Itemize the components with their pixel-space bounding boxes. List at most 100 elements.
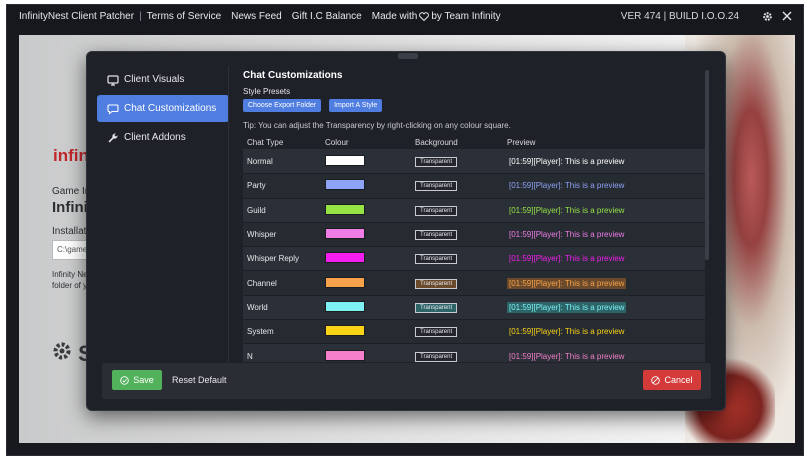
preview-cell: [01:59][Player]: This is a preview	[507, 230, 705, 239]
preview-text: [01:59][Player]: This is a preview	[507, 277, 627, 289]
transparent-button[interactable]: Transparent	[415, 205, 458, 216]
titlebar-right: VER 474 | BUILD I.O.O.24	[621, 5, 793, 27]
launcher-window: InfinityNest Client Patcher | Terms of S…	[6, 4, 804, 456]
chat-type-label: System	[247, 327, 274, 337]
gear-icon[interactable]	[761, 10, 773, 22]
colour-cell	[325, 325, 415, 338]
preview-text: [01:59][Player]: This is a preview	[509, 205, 625, 215]
transparent-button[interactable]: Transparent	[415, 302, 458, 313]
chat-type-label: Channel	[247, 278, 277, 288]
table-row: Channel Transparent [01:59][Player]: This …	[243, 271, 705, 296]
chat-type-label: Whisper Reply	[247, 254, 300, 264]
colour-cell	[325, 276, 415, 290]
background-logo: infin	[53, 146, 89, 165]
sidebar-item-label: Client Visuals	[124, 74, 185, 85]
settings-dialog: Client Visuals Chat Customizations Clien…	[86, 51, 726, 411]
column-header-preview: Preview	[507, 138, 536, 147]
table-row: System Transparent [01:59][Player]: This i…	[243, 320, 705, 345]
table-row: Normal Transparent [01:59][Player]: This i…	[243, 150, 705, 175]
colour-swatch[interactable]	[325, 252, 365, 264]
colour-swatch[interactable]	[325, 325, 365, 337]
sidebar-item-label: Client Addons	[124, 132, 186, 143]
colour-cell	[325, 300, 415, 314]
title-separator: |	[139, 10, 142, 22]
title-bar: InfinityNest Client Patcher | Terms of S…	[7, 5, 803, 27]
preview-cell: [01:59][Player]: This is a preview	[507, 181, 705, 190]
transparent-button[interactable]: Transparent	[415, 230, 458, 241]
colour-cell	[325, 203, 415, 217]
monitor-icon	[107, 74, 119, 86]
panel-heading: Chat Customizations	[243, 70, 343, 81]
preview-cell: [01:59][Player]: This is a preview	[507, 157, 705, 166]
table-row: World Transparent [01:59][Player]: This is…	[243, 295, 705, 321]
transparent-button[interactable]: Transparent	[415, 181, 458, 192]
cancel-button[interactable]: Cancel	[643, 370, 701, 390]
table-row: Guild Transparent [01:59][Player]: This is…	[243, 198, 705, 223]
transparent-button[interactable]: Transparent	[415, 278, 458, 289]
close-icon[interactable]	[781, 10, 793, 22]
colour-cell	[325, 228, 415, 241]
import-style-button[interactable]: Import A Style	[329, 99, 383, 112]
settings-sidebar: Client Visuals Chat Customizations Clien…	[97, 66, 229, 362]
preview-cell: [01:59][Player]: This is a preview	[507, 277, 705, 289]
chat-type-label: World	[247, 302, 268, 312]
preview-text: [01:59][Player]: This is a preview	[509, 327, 625, 337]
sidebar-item-label: Chat Customizations	[124, 103, 217, 114]
colour-swatch[interactable]	[325, 228, 365, 240]
colour-swatch[interactable]	[325, 203, 365, 215]
preview-text: [01:59][Player]: This is a preview	[509, 181, 625, 191]
background-cell: Transparent	[415, 351, 507, 362]
colour-swatch[interactable]	[325, 300, 365, 312]
version-label: VER 474 | BUILD I.O.O.24	[620, 10, 739, 22]
preview-text: [01:59][Player]: This is a preview	[507, 301, 627, 313]
chat-type-label: Normal	[247, 157, 273, 167]
made-with-prefix: Made with	[371, 10, 418, 22]
sidebar-item-client-visuals[interactable]: Client Visuals	[97, 66, 229, 93]
gift-balance-link[interactable]: Gift I.C Balance	[292, 11, 362, 22]
dialog-footer: Save Reset Default Cancel	[102, 363, 711, 399]
sidebar-divider	[228, 66, 229, 362]
terms-link[interactable]: Terms of Service	[147, 11, 221, 22]
preview-text: [01:59][Player]: This is a preview	[509, 351, 625, 361]
preview-cell: [01:59][Player]: This is a preview	[507, 352, 705, 361]
transparent-button[interactable]: Transparent	[415, 254, 458, 265]
colour-swatch[interactable]	[325, 276, 365, 288]
preview-cell: [01:59][Player]: This is a preview	[507, 254, 705, 263]
colour-swatch[interactable]	[325, 349, 365, 361]
transparent-button[interactable]: Transparent	[415, 351, 458, 362]
background-cell: Transparent	[415, 278, 507, 289]
made-with-suffix: by Team Infinity	[431, 10, 501, 22]
background-cell: Transparent	[415, 156, 507, 168]
table-row: Whisper Reply Transparent [01:59][Player]:…	[243, 247, 705, 272]
colour-cell	[325, 179, 415, 192]
preview-cell: [01:59][Player]: This is a preview	[507, 301, 705, 313]
background-cell: Transparent	[415, 180, 507, 192]
colour-swatch[interactable]	[325, 179, 365, 191]
column-header-background: Background	[415, 138, 458, 147]
cancel-label: Cancel	[664, 375, 693, 385]
background-cell: Transparent	[415, 229, 507, 241]
news-feed-link[interactable]: News Feed	[231, 11, 282, 22]
table-row: Party Transparent [01:59][Player]: This is…	[243, 174, 705, 199]
preview-cell: [01:59][Player]: This is a preview	[507, 327, 705, 336]
brand-gear-icon	[52, 341, 78, 366]
sidebar-item-chat-customizations[interactable]: Chat Customizations	[97, 95, 229, 122]
panel-scrollbar[interactable]	[705, 70, 709, 260]
background-cell: Transparent	[415, 205, 507, 216]
transparency-tip: Tip: You can adjust the Transparency by …	[243, 121, 511, 130]
transparent-button[interactable]: Transparent	[415, 327, 458, 338]
choose-export-folder-button[interactable]: Choose Export Folder	[243, 99, 322, 112]
transparent-button[interactable]: Transparent	[415, 157, 458, 168]
save-button[interactable]: Save	[112, 370, 162, 390]
preview-cell: [01:59][Player]: This is a preview	[507, 206, 705, 215]
chat-table-body: Normal Transparent [01:59][Player]: This i…	[243, 150, 705, 362]
chat-type-label: Guild	[247, 205, 266, 215]
chat-type-label: N	[247, 351, 253, 361]
wrench-icon	[107, 132, 119, 144]
preview-text: [01:59][Player]: This is a preview	[509, 254, 625, 264]
dialog-drag-handle[interactable]	[398, 53, 418, 59]
reset-default-button[interactable]: Reset Default	[172, 370, 227, 390]
heart-icon	[419, 11, 430, 21]
colour-swatch[interactable]	[325, 155, 365, 167]
sidebar-item-client-addons[interactable]: Client Addons	[97, 124, 229, 151]
